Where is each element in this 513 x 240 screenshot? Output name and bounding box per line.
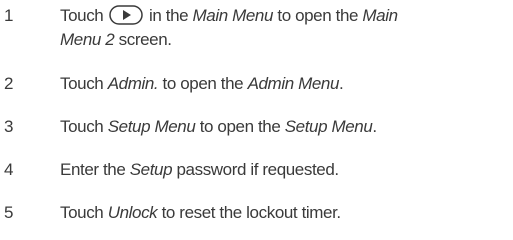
step-number: 5 [4,203,14,222]
step-number: 4 [4,160,14,179]
step-number: 1 [4,6,14,25]
step-3: 3 Touch Setup Menu to open the Setup Men… [0,115,513,139]
step-text: Touch Admin. to open the Admin Menu. [60,74,344,93]
play-forward-button-icon [108,5,143,25]
step-4: 4 Enter the Setup password if requested. [0,158,513,182]
step-number: 2 [4,74,14,93]
step-text: Enter the Setup password if requested. [60,160,339,179]
step-5: 5 Touch Unlock to reset the lockout time… [0,201,513,225]
step-1: 1 Touch in the Main Menu to open the Mai… [0,4,513,52]
step-2: 2 Touch Admin. to open the Admin Menu. [0,72,513,96]
step-text: Touch Unlock to reset the lockout timer. [60,203,341,222]
step-text: Touch in the Main Menu to open the Main … [60,5,398,49]
step-text: Touch Setup Menu to open the Setup Menu. [60,117,377,136]
step-number: 3 [4,117,14,136]
